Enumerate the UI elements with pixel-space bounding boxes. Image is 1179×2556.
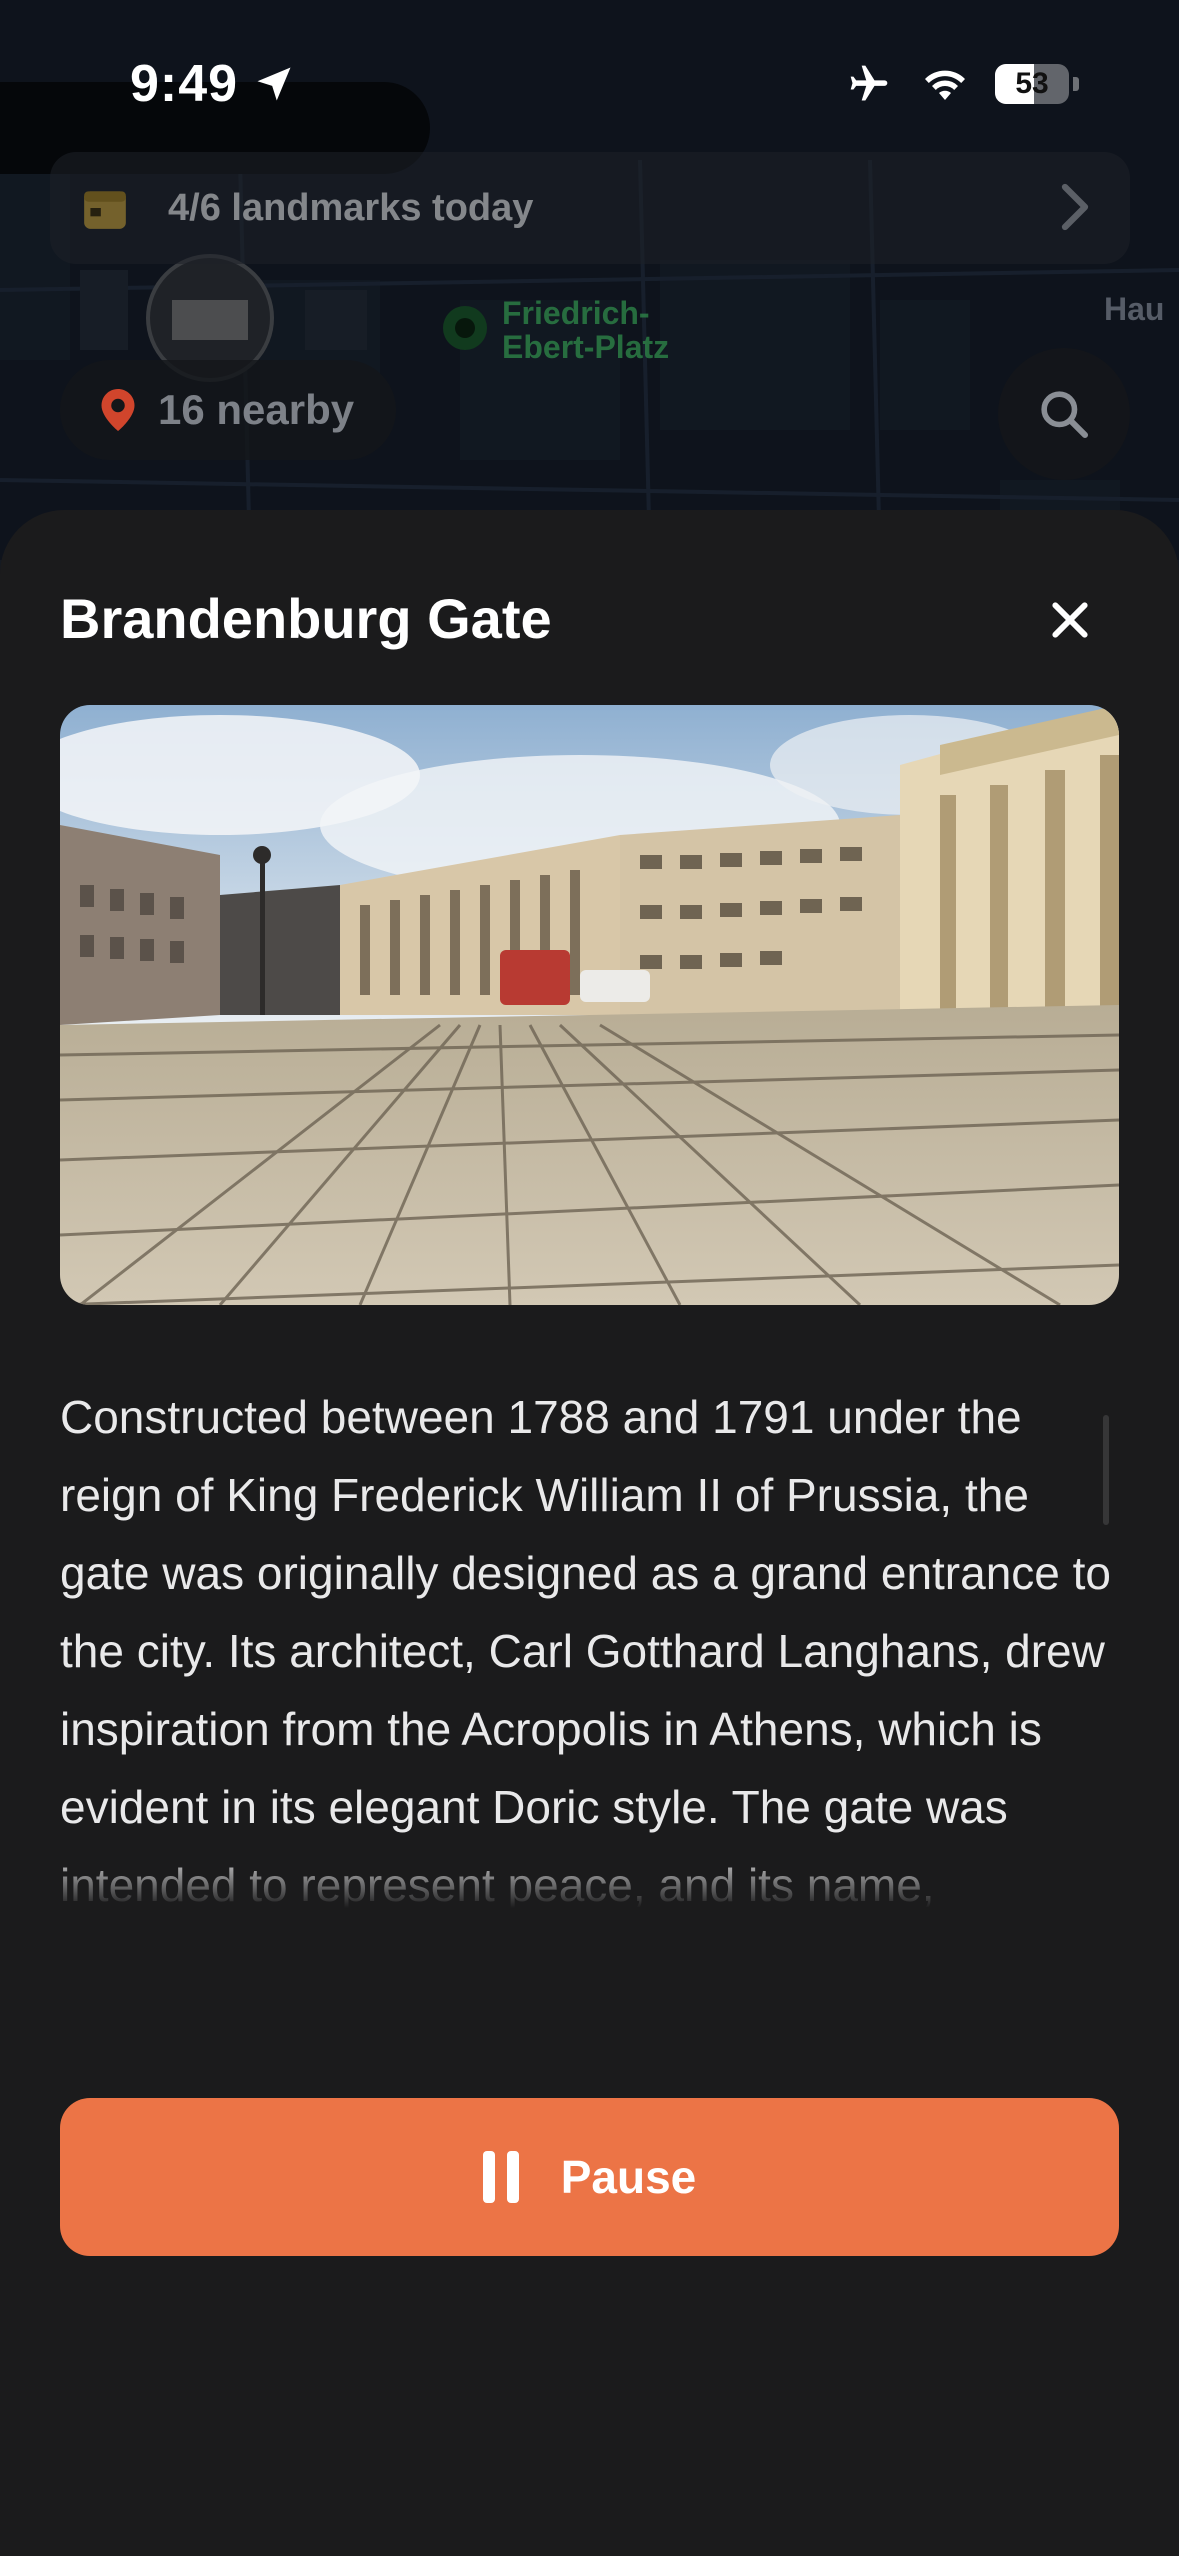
status-indicators: 53 — [843, 62, 1079, 106]
map-place-label: Friedrich- Ebert-Platz — [502, 296, 669, 364]
map-place-label-line2: Ebert-Platz — [502, 329, 670, 365]
map-pin-icon — [101, 389, 135, 431]
landmark-title: Brandenburg Gate — [60, 587, 552, 650]
landmarks-today-text: 4/6 landmarks today — [168, 186, 534, 229]
app-screen: Friedrich- Ebert-Platz Hau 9:49 53 4/6 l… — [0, 0, 1179, 2556]
pause-icon — [482, 2151, 519, 2203]
airplane-icon — [850, 65, 888, 101]
battery-level: 53 — [1015, 67, 1049, 100]
close-icon — [1052, 602, 1088, 638]
landmark-description-scroll[interactable]: Constructed between 1788 and 1791 under … — [60, 1378, 1119, 1908]
pause-label: Pause — [560, 2151, 697, 2203]
nearby-count-label: 16 nearby — [158, 386, 355, 433]
location-arrow-icon — [257, 67, 291, 101]
wifi-icon — [925, 70, 965, 100]
landmark-photo — [60, 705, 1119, 1305]
landmark-detail-sheet: Brandenburg Gate Constructed between 178… — [0, 510, 1179, 2556]
map-edge-label: Hau — [1104, 291, 1165, 327]
landmark-description: Constructed between 1788 and 1791 under … — [60, 1391, 1112, 1908]
search-button[interactable] — [998, 348, 1130, 480]
status-bar: 9:49 53 — [0, 0, 1179, 170]
battery-icon: 53 — [995, 64, 1069, 104]
status-time: 9:49 — [130, 55, 239, 113]
battery-cap — [1073, 77, 1079, 91]
landmarks-today-banner[interactable]: 4/6 landmarks today — [50, 152, 1130, 264]
map-place-label-line1: Friedrich- — [502, 295, 650, 331]
pause-button[interactable]: Pause — [60, 2098, 1119, 2256]
landmark-photo-illustration — [60, 705, 1119, 1305]
close-button[interactable] — [1030, 580, 1110, 660]
calendar-icon — [84, 191, 126, 229]
chevron-right-icon — [1061, 183, 1089, 231]
description-fade — [60, 1848, 1119, 1908]
scroll-indicator[interactable] — [1103, 1415, 1109, 1525]
search-icon — [1041, 391, 1089, 439]
nearby-button[interactable]: 16 nearby — [60, 360, 396, 460]
